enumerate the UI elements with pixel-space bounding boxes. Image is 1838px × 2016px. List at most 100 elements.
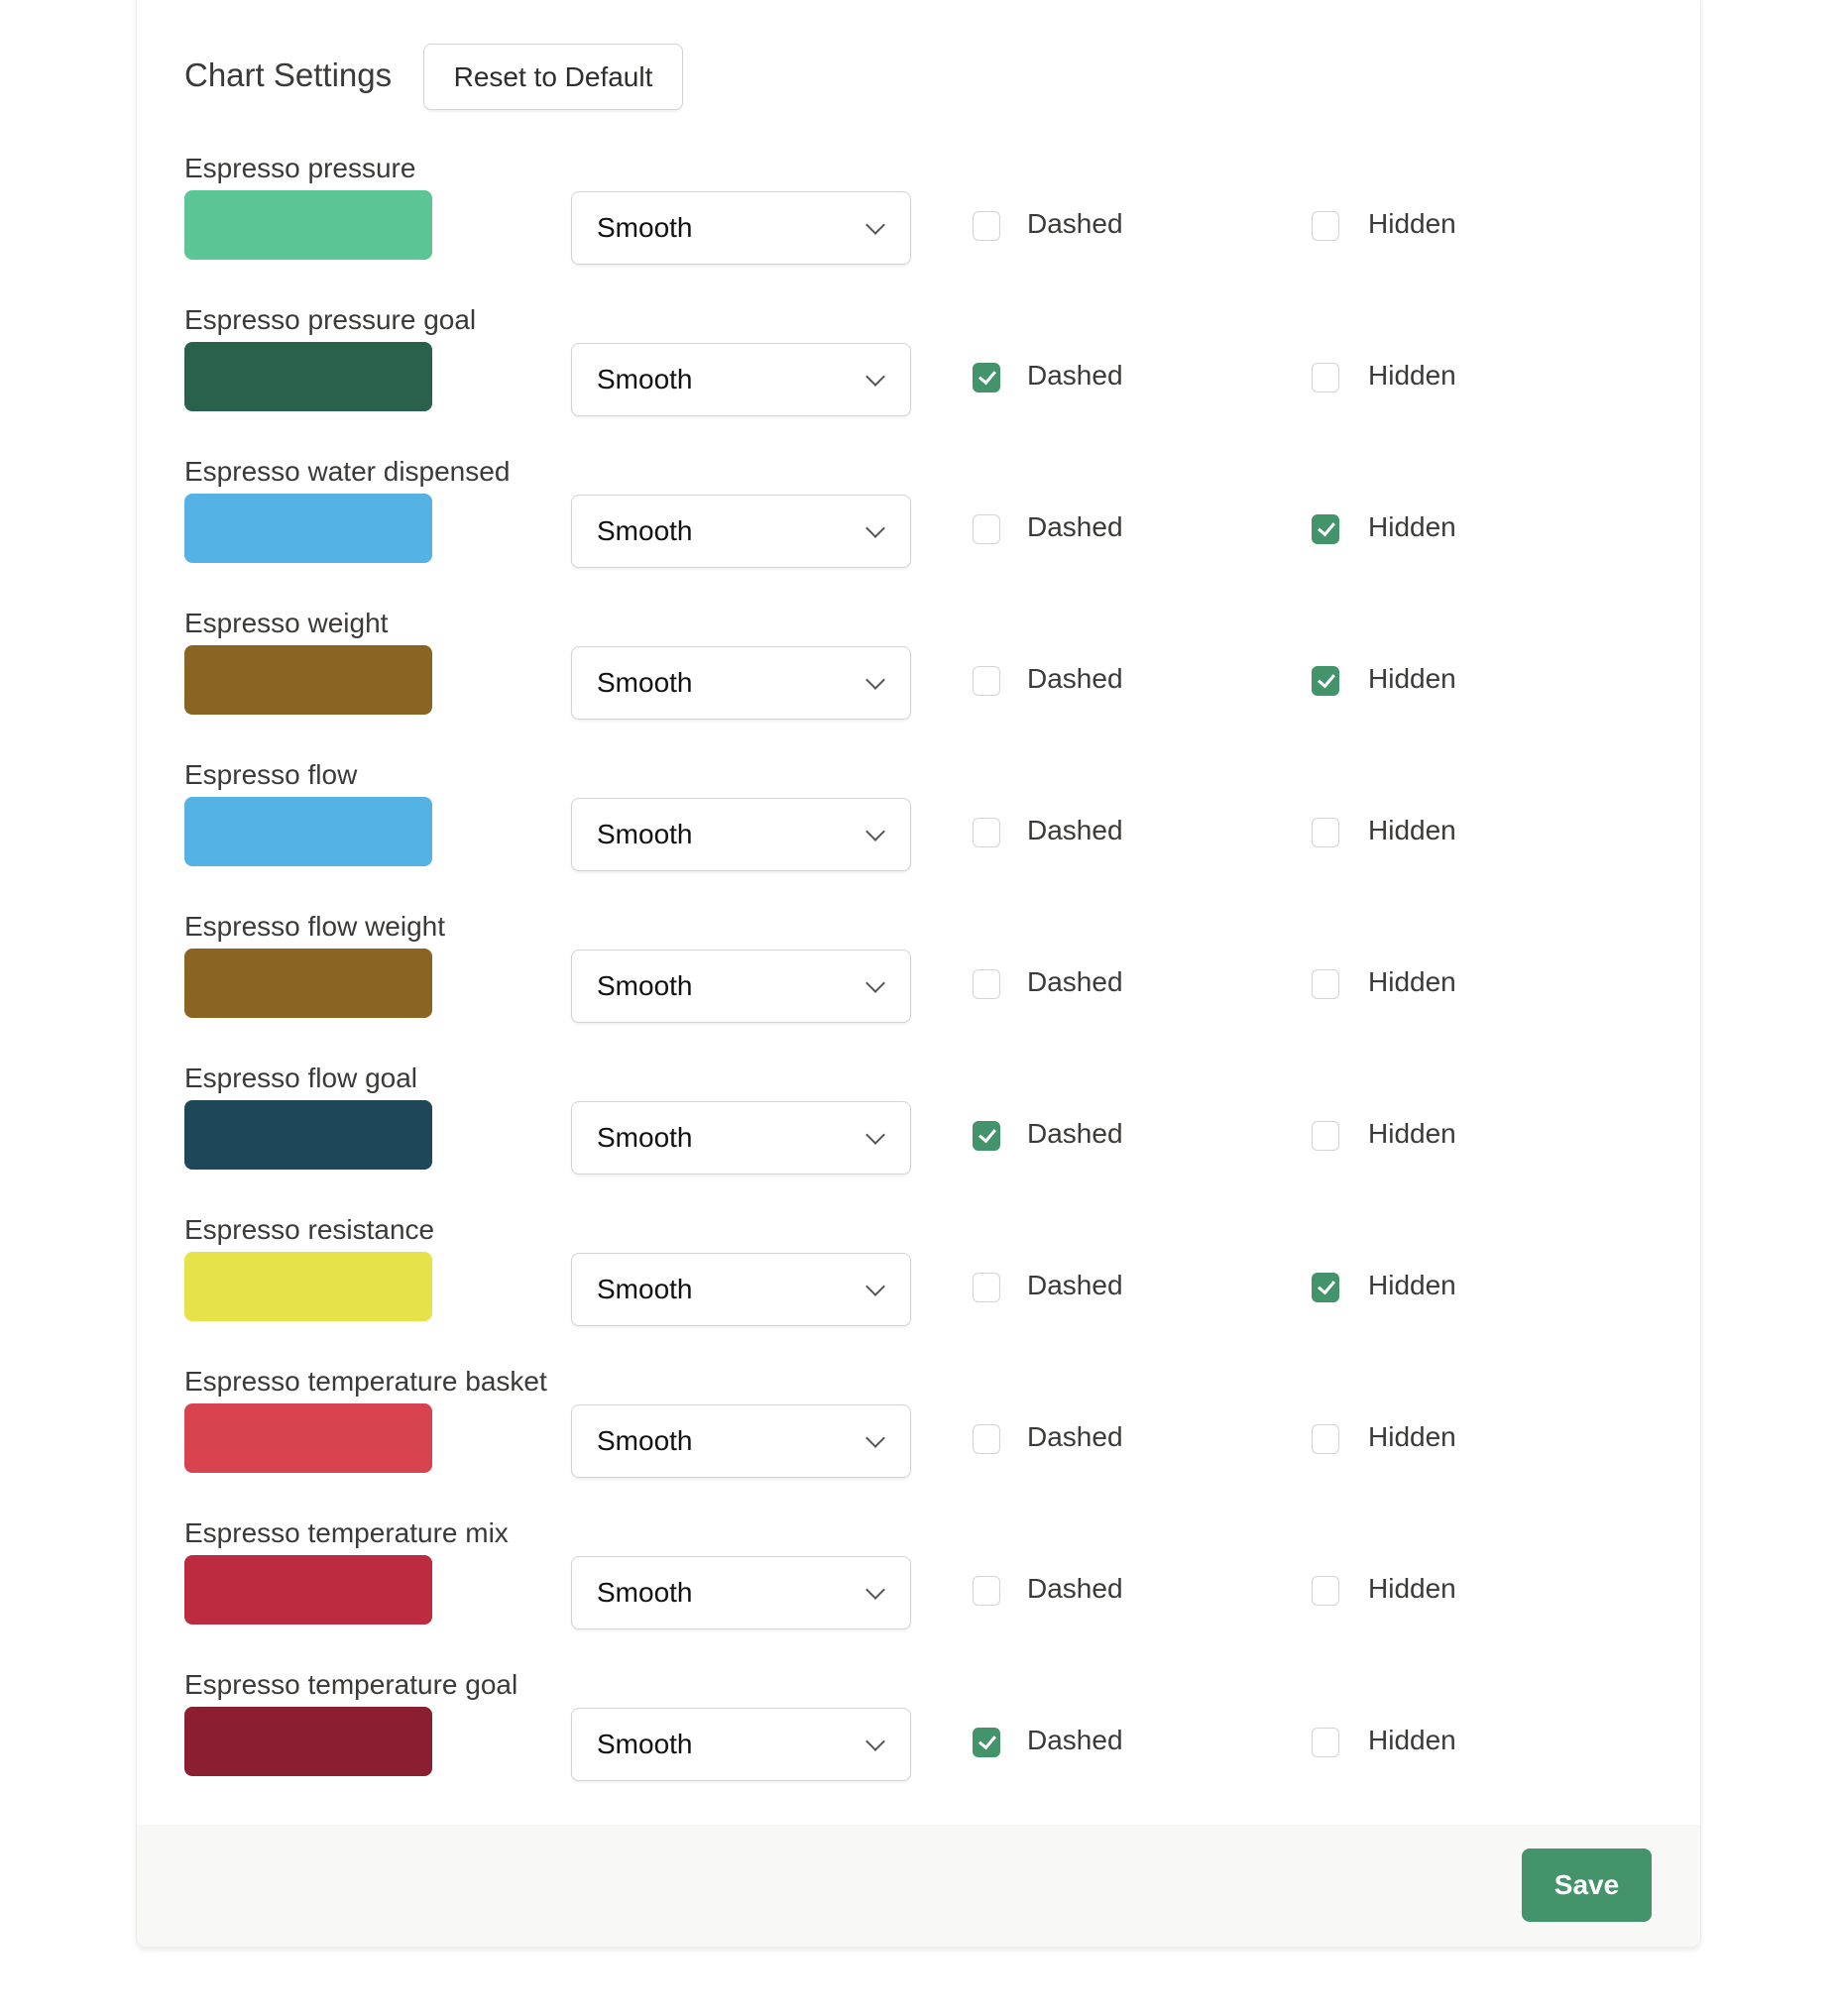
- curve-select[interactable]: Smooth: [571, 646, 911, 720]
- hidden-checkbox[interactable]: [1312, 1273, 1339, 1302]
- dashed-label[interactable]: Dashed: [1027, 1573, 1123, 1605]
- curve-select[interactable]: Smooth: [571, 191, 911, 265]
- series-label: Espresso resistance: [184, 1214, 435, 1245]
- chevron-down-icon: [865, 670, 885, 690]
- dashed-label[interactable]: Dashed: [1027, 208, 1123, 240]
- color-swatch[interactable]: [184, 645, 432, 715]
- hidden-label[interactable]: Hidden: [1368, 1725, 1456, 1756]
- color-swatch[interactable]: [184, 1403, 432, 1473]
- dashed-label[interactable]: Dashed: [1027, 1725, 1123, 1756]
- curve-select-value: Smooth: [597, 515, 693, 546]
- color-swatch[interactable]: [184, 342, 432, 411]
- series-row: Espresso temperature mix Smooth Dashed H…: [184, 1517, 1622, 1669]
- curve-select[interactable]: Smooth: [571, 1101, 911, 1175]
- series-row: Espresso pressure Smooth Dashed Hidden: [184, 153, 1622, 304]
- series-label: Espresso flow weight: [184, 911, 446, 942]
- color-swatch[interactable]: [184, 190, 432, 260]
- series-label: Espresso flow goal: [184, 1063, 418, 1093]
- curve-select-value: Smooth: [597, 667, 693, 698]
- hidden-label[interactable]: Hidden: [1368, 360, 1456, 392]
- chevron-down-icon: [865, 1428, 885, 1448]
- dashed-checkbox[interactable]: [973, 363, 1000, 392]
- hidden-label[interactable]: Hidden: [1368, 966, 1456, 998]
- curve-select-value: Smooth: [597, 970, 693, 1001]
- color-swatch[interactable]: [184, 1100, 432, 1170]
- chevron-down-icon: [865, 518, 885, 538]
- series-row: Espresso flow goal Smooth Dashed Hidden: [184, 1063, 1622, 1214]
- hidden-label[interactable]: Hidden: [1368, 663, 1456, 695]
- hidden-checkbox[interactable]: [1312, 514, 1339, 544]
- curve-select[interactable]: Smooth: [571, 1708, 911, 1781]
- hidden-checkbox[interactable]: [1312, 1121, 1339, 1151]
- curve-select-value: Smooth: [597, 1425, 693, 1456]
- series-row: Espresso resistance Smooth Dashed Hidden: [184, 1214, 1622, 1366]
- chevron-down-icon: [865, 1580, 885, 1600]
- curve-select-value: Smooth: [597, 364, 693, 394]
- dashed-checkbox[interactable]: [973, 1273, 1000, 1302]
- dashed-label[interactable]: Dashed: [1027, 360, 1123, 392]
- hidden-checkbox[interactable]: [1312, 1728, 1339, 1757]
- curve-select[interactable]: Smooth: [571, 1556, 911, 1629]
- color-swatch[interactable]: [184, 1252, 432, 1321]
- hidden-checkbox[interactable]: [1312, 363, 1339, 392]
- series-label: Espresso flow: [184, 759, 358, 790]
- hidden-label[interactable]: Hidden: [1368, 1270, 1456, 1301]
- dashed-checkbox[interactable]: [973, 666, 1000, 696]
- footer: Save: [137, 1825, 1700, 1947]
- hidden-label[interactable]: Hidden: [1368, 208, 1456, 240]
- dashed-checkbox[interactable]: [973, 514, 1000, 544]
- curve-select[interactable]: Smooth: [571, 798, 911, 871]
- color-swatch[interactable]: [184, 949, 432, 1018]
- curve-select-value: Smooth: [597, 1577, 693, 1608]
- color-swatch[interactable]: [184, 797, 432, 866]
- hidden-checkbox[interactable]: [1312, 1576, 1339, 1606]
- dashed-checkbox[interactable]: [973, 818, 1000, 847]
- series-row: Espresso pressure goal Smooth Dashed Hid…: [184, 304, 1622, 456]
- hidden-label[interactable]: Hidden: [1368, 1421, 1456, 1453]
- curve-select[interactable]: Smooth: [571, 1404, 911, 1478]
- series-row: Espresso flow weight Smooth Dashed Hidde…: [184, 911, 1622, 1063]
- dashed-label[interactable]: Dashed: [1027, 1118, 1123, 1150]
- hidden-label[interactable]: Hidden: [1368, 1118, 1456, 1150]
- series-label: Espresso temperature goal: [184, 1669, 518, 1700]
- hidden-checkbox[interactable]: [1312, 666, 1339, 696]
- color-swatch[interactable]: [184, 1555, 432, 1624]
- hidden-label[interactable]: Hidden: [1368, 1573, 1456, 1605]
- dashed-checkbox[interactable]: [973, 211, 1000, 241]
- hidden-checkbox[interactable]: [1312, 818, 1339, 847]
- dashed-label[interactable]: Dashed: [1027, 815, 1123, 846]
- dashed-label[interactable]: Dashed: [1027, 511, 1123, 543]
- dashed-label[interactable]: Dashed: [1027, 663, 1123, 695]
- hidden-checkbox[interactable]: [1312, 969, 1339, 999]
- series-label: Espresso pressure goal: [184, 304, 477, 335]
- chevron-down-icon: [865, 1732, 885, 1751]
- series-row: Espresso flow Smooth Dashed Hidden: [184, 759, 1622, 911]
- color-swatch[interactable]: [184, 494, 432, 563]
- hidden-checkbox[interactable]: [1312, 211, 1339, 241]
- color-swatch[interactable]: [184, 1707, 432, 1776]
- dashed-label[interactable]: Dashed: [1027, 1270, 1123, 1301]
- page-title: Chart Settings: [184, 56, 393, 93]
- reset-to-default-button[interactable]: Reset to Default: [423, 44, 683, 110]
- dashed-checkbox[interactable]: [973, 1121, 1000, 1151]
- dashed-checkbox[interactable]: [973, 1728, 1000, 1757]
- curve-select[interactable]: Smooth: [571, 343, 911, 416]
- curve-select-value: Smooth: [597, 819, 693, 849]
- curve-select[interactable]: Smooth: [571, 495, 911, 568]
- save-button[interactable]: Save: [1522, 1848, 1652, 1922]
- hidden-checkbox[interactable]: [1312, 1424, 1339, 1454]
- chevron-down-icon: [865, 1125, 885, 1145]
- dashed-checkbox[interactable]: [973, 1576, 1000, 1606]
- hidden-label[interactable]: Hidden: [1368, 511, 1456, 543]
- hidden-label[interactable]: Hidden: [1368, 815, 1456, 846]
- chevron-down-icon: [865, 822, 885, 841]
- dashed-checkbox[interactable]: [973, 1424, 1000, 1454]
- curve-select[interactable]: Smooth: [571, 1253, 911, 1326]
- dashed-checkbox[interactable]: [973, 969, 1000, 999]
- series-label: Espresso temperature basket: [184, 1366, 547, 1397]
- series-row: Espresso weight Smooth Dashed Hidden: [184, 608, 1622, 759]
- dashed-label[interactable]: Dashed: [1027, 966, 1123, 998]
- dashed-label[interactable]: Dashed: [1027, 1421, 1123, 1453]
- curve-select-value: Smooth: [597, 1122, 693, 1153]
- curve-select[interactable]: Smooth: [571, 950, 911, 1023]
